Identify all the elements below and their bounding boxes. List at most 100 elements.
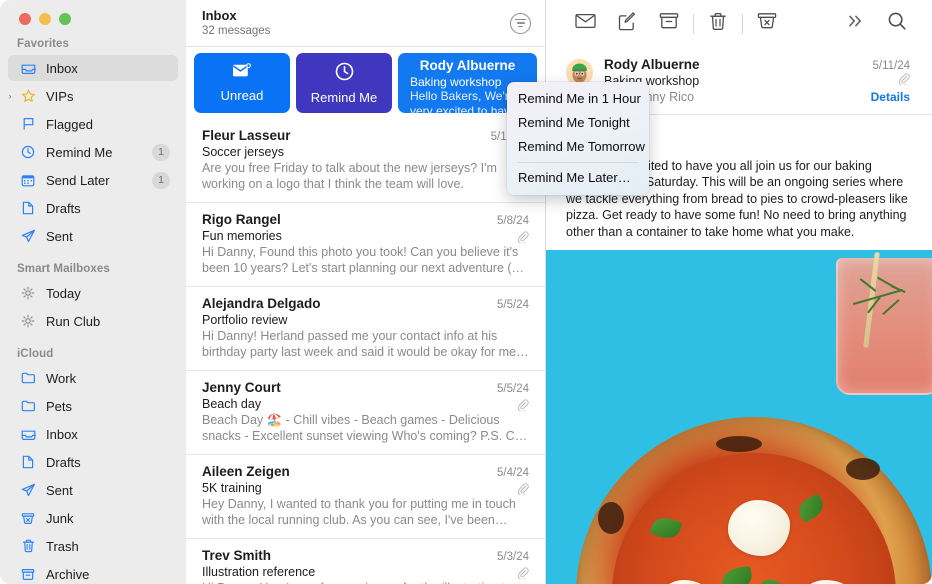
junk-bin-icon — [18, 509, 38, 527]
message-subject: Illustration reference — [202, 565, 316, 579]
sidebar-item-label: Archive — [46, 566, 90, 582]
sort-filter-icon[interactable] — [510, 12, 531, 34]
message-subject: Portfolio review — [202, 313, 288, 327]
sidebar-item-drafts[interactable]: Drafts — [8, 195, 178, 221]
envelope-icon — [574, 13, 596, 34]
sidebar-item-sent[interactable]: Sent — [8, 223, 178, 249]
message-subject: Fun memories — [202, 229, 282, 243]
gear-icon — [18, 284, 38, 302]
window-controls — [0, 0, 186, 38]
message-preview: Are you free Friday to talk about the ne… — [202, 161, 497, 191]
table-row[interactable]: Rigo Rangel 5/8/24 Fun memories Hi Danny… — [186, 203, 545, 287]
mailbox-title: Inbox — [202, 8, 237, 23]
unread-badge: 1 — [152, 143, 170, 161]
message-preview: Hi Danny, Found this photo you took! Can… — [202, 245, 523, 275]
toolbar — [546, 0, 932, 47]
search-icon — [887, 11, 907, 36]
trash-icon — [709, 12, 727, 36]
message-date: 5/5/24 — [497, 383, 529, 395]
inbox-tray-icon — [18, 59, 38, 77]
sidebar-item-icloud-drafts[interactable]: Drafts — [8, 449, 178, 475]
sidebar-section-title-icloud: iCloud — [17, 348, 54, 360]
message-sender: Jenny Court — [202, 380, 281, 395]
message-date: 5/3/24 — [497, 551, 529, 563]
zoom-button[interactable] — [59, 13, 71, 25]
trash-icon — [18, 537, 38, 555]
char-spot — [716, 436, 762, 452]
sidebar-item-junk[interactable]: Junk — [8, 505, 178, 531]
sidebar-item-pets[interactable]: Pets — [8, 393, 178, 419]
sidebar-item-flagged[interactable]: Flagged — [8, 111, 178, 137]
menu-item-remind-in-1-hour[interactable]: Remind Me in 1 Hour — [507, 87, 649, 111]
table-row[interactable]: Alejandra Delgado 5/5/24 Portfolio revie… — [186, 287, 545, 371]
sidebar-item-run-club[interactable]: Run Club — [8, 308, 178, 334]
char-spot — [846, 458, 880, 480]
table-row[interactable]: Aileen Zeigen 5/4/24 5K training Hey Dan… — [186, 455, 545, 539]
sidebar-item-today[interactable]: Today — [8, 280, 178, 306]
unread-envelope-icon — [232, 63, 252, 84]
sidebar-item-label: Send Later — [46, 172, 110, 188]
sidebar-item-icloud-inbox[interactable]: Inbox — [8, 421, 178, 447]
sidebar-item-remind-me[interactable]: Remind Me 1 — [8, 139, 178, 165]
delete-button[interactable] — [697, 9, 739, 39]
close-button[interactable] — [19, 13, 31, 25]
paperclip-icon — [517, 398, 529, 413]
star-icon — [18, 87, 38, 105]
message-sender: Alejandra Delgado — [202, 296, 321, 311]
table-row[interactable]: Fleur Lasseur 5/10/24 Soccer jerseys Are… — [186, 119, 545, 203]
sidebar-item-label: Sent — [46, 228, 73, 244]
sidebar-section-title-smart-mailboxes: Smart Mailboxes — [17, 263, 110, 275]
sidebar-item-inbox[interactable]: Inbox — [8, 55, 178, 81]
compose-button[interactable] — [606, 9, 648, 39]
message-sender: Rigo Rangel — [202, 212, 281, 227]
compose-pencil-icon — [618, 11, 637, 36]
search-button[interactable] — [876, 9, 918, 39]
swipe-action-remind-me-button[interactable]: Remind Me — [296, 53, 392, 113]
folder-icon — [18, 369, 38, 387]
swipe-remind-label: Remind Me — [310, 89, 378, 105]
minimize-button[interactable] — [39, 13, 51, 25]
message-preview: Hi Danny! Herland passed me your contact… — [202, 329, 517, 359]
junk-bin-icon — [757, 12, 777, 35]
menu-item-remind-tonight[interactable]: Remind Me Tonight — [507, 111, 649, 135]
sidebar-item-vips[interactable]: › VIPs — [8, 83, 178, 109]
message-date: 5/11/24 — [872, 60, 910, 72]
message-subject: Soccer jerseys — [202, 145, 284, 159]
menu-item-remind-later[interactable]: Remind Me Later… — [507, 166, 649, 190]
details-link[interactable]: Details — [871, 90, 910, 104]
message-date: 5/5/24 — [497, 299, 529, 311]
margherita-pizza-photo[interactable] — [546, 250, 932, 584]
rosemary-sprig — [848, 274, 910, 320]
sidebar-item-icloud-sent[interactable]: Sent — [8, 477, 178, 503]
unread-badge: 1 — [152, 171, 170, 189]
message-subject: 5K training — [202, 481, 262, 495]
sidebar-item-label: Junk — [46, 510, 74, 526]
sidebar-item-label: Trash — [46, 538, 79, 554]
clock-icon — [335, 62, 354, 86]
message-count: 32 messages — [202, 25, 271, 37]
calendar-icon — [18, 171, 38, 189]
paper-plane-icon — [18, 481, 38, 499]
table-row[interactable]: Jenny Court 5/5/24 Beach day Beach Day 🏖… — [186, 371, 545, 455]
message-date: 5/8/24 — [497, 215, 529, 227]
sidebar-item-archive[interactable]: Archive — [8, 561, 178, 584]
paperclip-icon — [517, 482, 529, 497]
sidebar-item-label: Run Club — [46, 313, 101, 329]
sidebar-item-work[interactable]: Work — [8, 365, 178, 391]
chevron-right-icon[interactable]: › — [4, 91, 16, 101]
junk-button[interactable] — [746, 9, 788, 39]
menu-item-remind-tomorrow[interactable]: Remind Me Tomorrow — [507, 135, 649, 159]
mark-unread-button[interactable] — [564, 9, 606, 39]
sidebar-item-trash[interactable]: Trash — [8, 533, 178, 559]
table-row[interactable]: Trev Smith 5/3/24 Illustration reference… — [186, 539, 545, 584]
sidebar-item-label: Remind Me — [46, 144, 113, 160]
sidebar-item-send-later[interactable]: Send Later 1 — [8, 167, 178, 193]
selected-message-sender: Rody Albuerne — [419, 58, 516, 73]
swipe-action-unread-button[interactable]: Unread — [194, 53, 290, 113]
archive-button[interactable] — [648, 9, 690, 39]
message-list-pane: Inbox 32 messages Unread Remind Me Rody … — [186, 0, 649, 584]
sidebar-item-label: Sent — [46, 482, 73, 498]
selected-message-row-with-swipe-actions: Unread Remind Me Rody Albuerne Baking wo… — [186, 47, 545, 119]
more-toolbar-items-button[interactable] — [834, 9, 876, 39]
inbox-tray-icon — [18, 425, 38, 443]
